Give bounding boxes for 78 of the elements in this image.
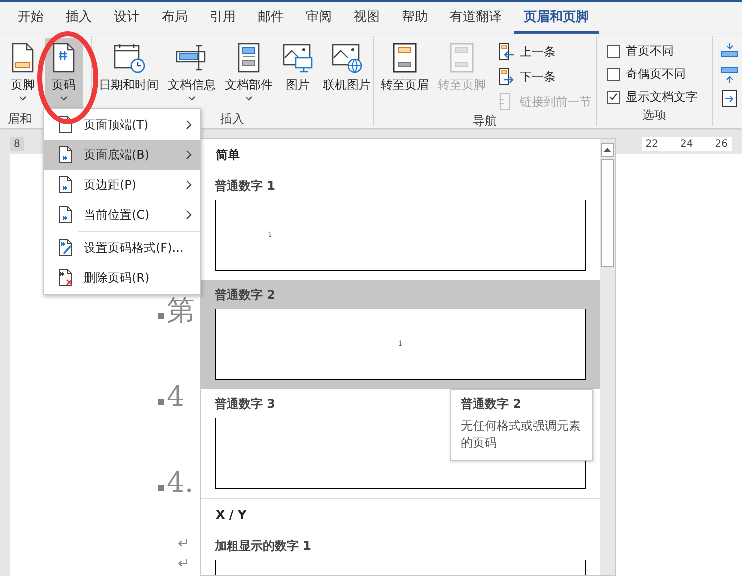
format-page-number-icon (58, 239, 74, 257)
picture-monitor-icon (282, 42, 314, 74)
header-top-icon (721, 42, 739, 60)
ruler-number: 26 (715, 138, 728, 152)
nav-button[interactable]: 下一条 (498, 67, 592, 87)
gallery-item-label: 普通数字 1 (215, 178, 276, 194)
ruler-number: 22 (646, 138, 659, 152)
ribbon-button[interactable]: 页脚 (4, 38, 42, 110)
triangle-up-icon (604, 148, 611, 152)
chevron-right-icon (186, 180, 192, 190)
nav-button[interactable]: 上一条 (498, 42, 592, 62)
menu-item[interactable]: 页面底端(B) (44, 140, 200, 170)
ribbon-tab[interactable]: 布局 (152, 4, 198, 34)
ribbon-tab[interactable]: 有道翻译 (440, 4, 512, 34)
ribbon-tab[interactable]: 视图 (344, 4, 390, 34)
chevron-right-icon (186, 210, 192, 220)
checkbox[interactable] (607, 44, 620, 58)
gallery-item-label: 普通数字 2 (215, 286, 276, 304)
ribbon-tab[interactable]: 邮件 (248, 4, 294, 34)
menu-item[interactable]: 当前位置(C) (44, 200, 200, 230)
ribbon-tab[interactable]: 帮助 (392, 4, 438, 34)
ribbon-button[interactable]: 转至页眉 (378, 38, 432, 110)
check-icon (609, 93, 618, 101)
ribbon-button[interactable]: 文档部件 (222, 38, 276, 110)
gallery-item-label: 加粗显示的数字 1 (215, 538, 312, 554)
page-number-icon (58, 206, 74, 224)
previous-arrow-icon (498, 43, 516, 61)
bullet-square (158, 485, 164, 491)
ribbon-tab[interactable]: 开始 (8, 4, 54, 34)
header-page-icon (391, 42, 419, 74)
footer-bottom-icon (721, 66, 739, 84)
scroll-thumb[interactable] (601, 159, 614, 267)
next-arrow-icon (498, 68, 516, 86)
gallery-heading: 简单 (216, 147, 240, 164)
remove-page-number-icon (58, 269, 74, 287)
picture-globe-icon (331, 42, 363, 74)
ribbon-tab[interactable]: 审阅 (296, 4, 342, 34)
option-checkbox[interactable]: 奇偶页不同 (607, 65, 698, 83)
option-checkbox[interactable]: 显示文档文字 (607, 88, 698, 106)
chevron-right-icon (186, 120, 192, 130)
checkbox[interactable] (607, 68, 620, 80)
ruler-number: 8 (14, 138, 20, 152)
scroll-up-button[interactable] (601, 143, 614, 157)
ribbon-tab[interactable]: 插入 (56, 4, 102, 34)
option-checkbox[interactable]: 首页不同 (607, 42, 698, 60)
calendar-clock-icon (112, 42, 146, 74)
ribbon-button[interactable]: 联机图片 (320, 38, 374, 110)
ribbon-button[interactable]: 图片 (279, 38, 317, 110)
gallery-item[interactable]: 普通数字 3 普通数字 2 无任何格式或强调元素的页码 (201, 389, 600, 498)
gallery-heading: X / Y (216, 507, 247, 524)
ribbon-tab[interactable]: 引用 (200, 4, 246, 34)
page-number-bottom-icon (58, 146, 74, 164)
menu-item[interactable]: 页面顶端(T) (44, 110, 200, 140)
gallery-item-label: 普通数字 3 (215, 396, 276, 412)
paragraph-mark: ↵ (178, 556, 190, 572)
menu-item[interactable]: 删除页码(R) (44, 263, 200, 293)
tooltip-description: 无任何格式或强调元素的页码 (461, 418, 582, 452)
checkbox[interactable] (607, 90, 620, 104)
group-label: 插入 (220, 111, 244, 128)
bullet-square (158, 313, 164, 319)
bullet-square (158, 399, 164, 405)
heading-text: 4 (167, 381, 185, 413)
tooltip-title: 普通数字 2 (461, 396, 523, 412)
gallery-item[interactable]: 加粗显示的数字 1 (201, 531, 600, 575)
page-number-margin-icon (58, 176, 74, 194)
heading-text: 第 (167, 295, 195, 327)
menu-item[interactable]: 页边距(P) (44, 170, 200, 200)
ribbon-button[interactable]: 页码 (45, 38, 83, 110)
menu-item[interactable]: 设置页码格式(F)... (44, 233, 200, 263)
ribbon-tab[interactable]: 设计 (104, 4, 150, 34)
chevron-right-icon (186, 150, 192, 160)
group-label: 眉和 (8, 111, 32, 128)
paragraph-mark: ↵ (178, 536, 190, 552)
footer-page-icon (448, 42, 476, 74)
heading-text: 4. (167, 467, 194, 499)
ruler-number: 24 (680, 138, 694, 152)
group-label: 选项 (642, 107, 666, 124)
group-label: 导航 (473, 113, 497, 130)
